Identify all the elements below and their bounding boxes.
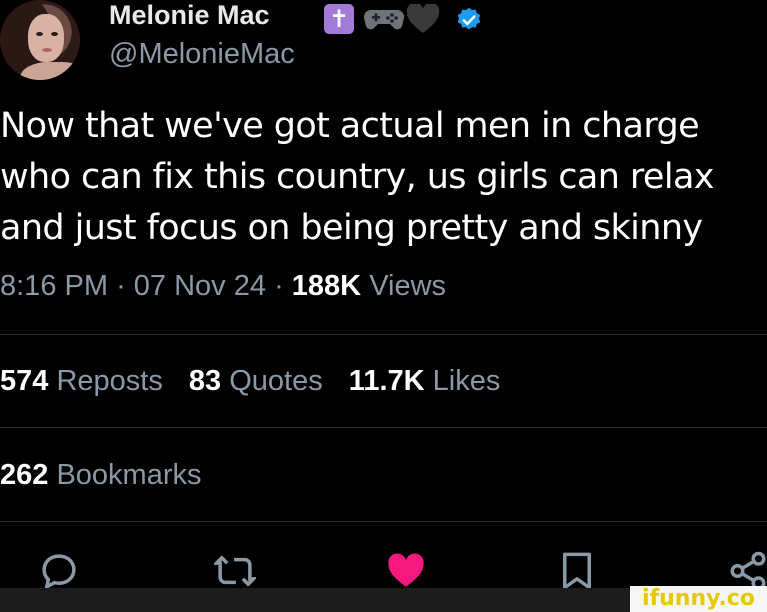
watermark-bar (0, 588, 630, 612)
author-name[interactable]: Melonie Mac (109, 0, 270, 31)
reposts-count: 574 (0, 365, 49, 397)
tweet-text-line: and just focus on being pretty and skinn… (0, 208, 703, 248)
tweet-text-line: Now that we've got actual men in charge (0, 106, 700, 146)
likes-count: 11.7K (348, 365, 425, 397)
reposts-label: Reposts (56, 365, 163, 397)
tweet-text: Now that we've got actual men in charge … (0, 101, 767, 254)
like-icon[interactable] (385, 550, 427, 592)
likes-stat[interactable]: 11.7K Likes (349, 365, 501, 398)
views-count: 188K (291, 270, 362, 302)
verified-badge-icon (457, 7, 481, 30)
quotes-stat[interactable]: 83 Quotes (189, 365, 323, 398)
divider (0, 334, 767, 335)
meta-separator: · (116, 270, 126, 302)
views-label: Views (369, 270, 447, 302)
tweet-meta: 8:16 PM · 07 Nov 24 · 188K Views (0, 270, 446, 303)
avatar[interactable] (0, 0, 80, 80)
reposts-stat[interactable]: 574 Reposts (0, 365, 163, 398)
repost-icon[interactable] (214, 550, 256, 592)
ifunny-watermark: ifunny.co (630, 586, 767, 612)
likes-label: Likes (432, 365, 501, 397)
bookmark-icon[interactable] (556, 550, 598, 592)
author-handle[interactable]: @MelonieMac (109, 38, 295, 71)
bookmarks-stat[interactable]: 262 Bookmarks (0, 459, 202, 492)
divider (0, 521, 767, 522)
quotes-count: 83 (188, 365, 222, 397)
reply-icon[interactable] (38, 550, 80, 592)
tweet-text-line: who can fix this country, us girls can r… (0, 157, 715, 197)
latin-cross-emoji-icon: ✝ (324, 4, 354, 34)
meta-separator: · (274, 270, 284, 302)
engagement-stats: 574 Reposts 83 Quotes 11.7K Likes (0, 365, 500, 398)
tweet-time[interactable]: 8:16 PM (0, 270, 108, 302)
video-game-emoji-icon (363, 9, 405, 30)
bookmarks-label: Bookmarks (56, 459, 202, 491)
tweet-date[interactable]: 07 Nov 24 (134, 270, 266, 302)
divider (0, 427, 767, 428)
quotes-label: Quotes (229, 365, 323, 397)
bookmarks-count: 262 (0, 459, 49, 491)
black-heart-emoji-icon (406, 4, 440, 33)
